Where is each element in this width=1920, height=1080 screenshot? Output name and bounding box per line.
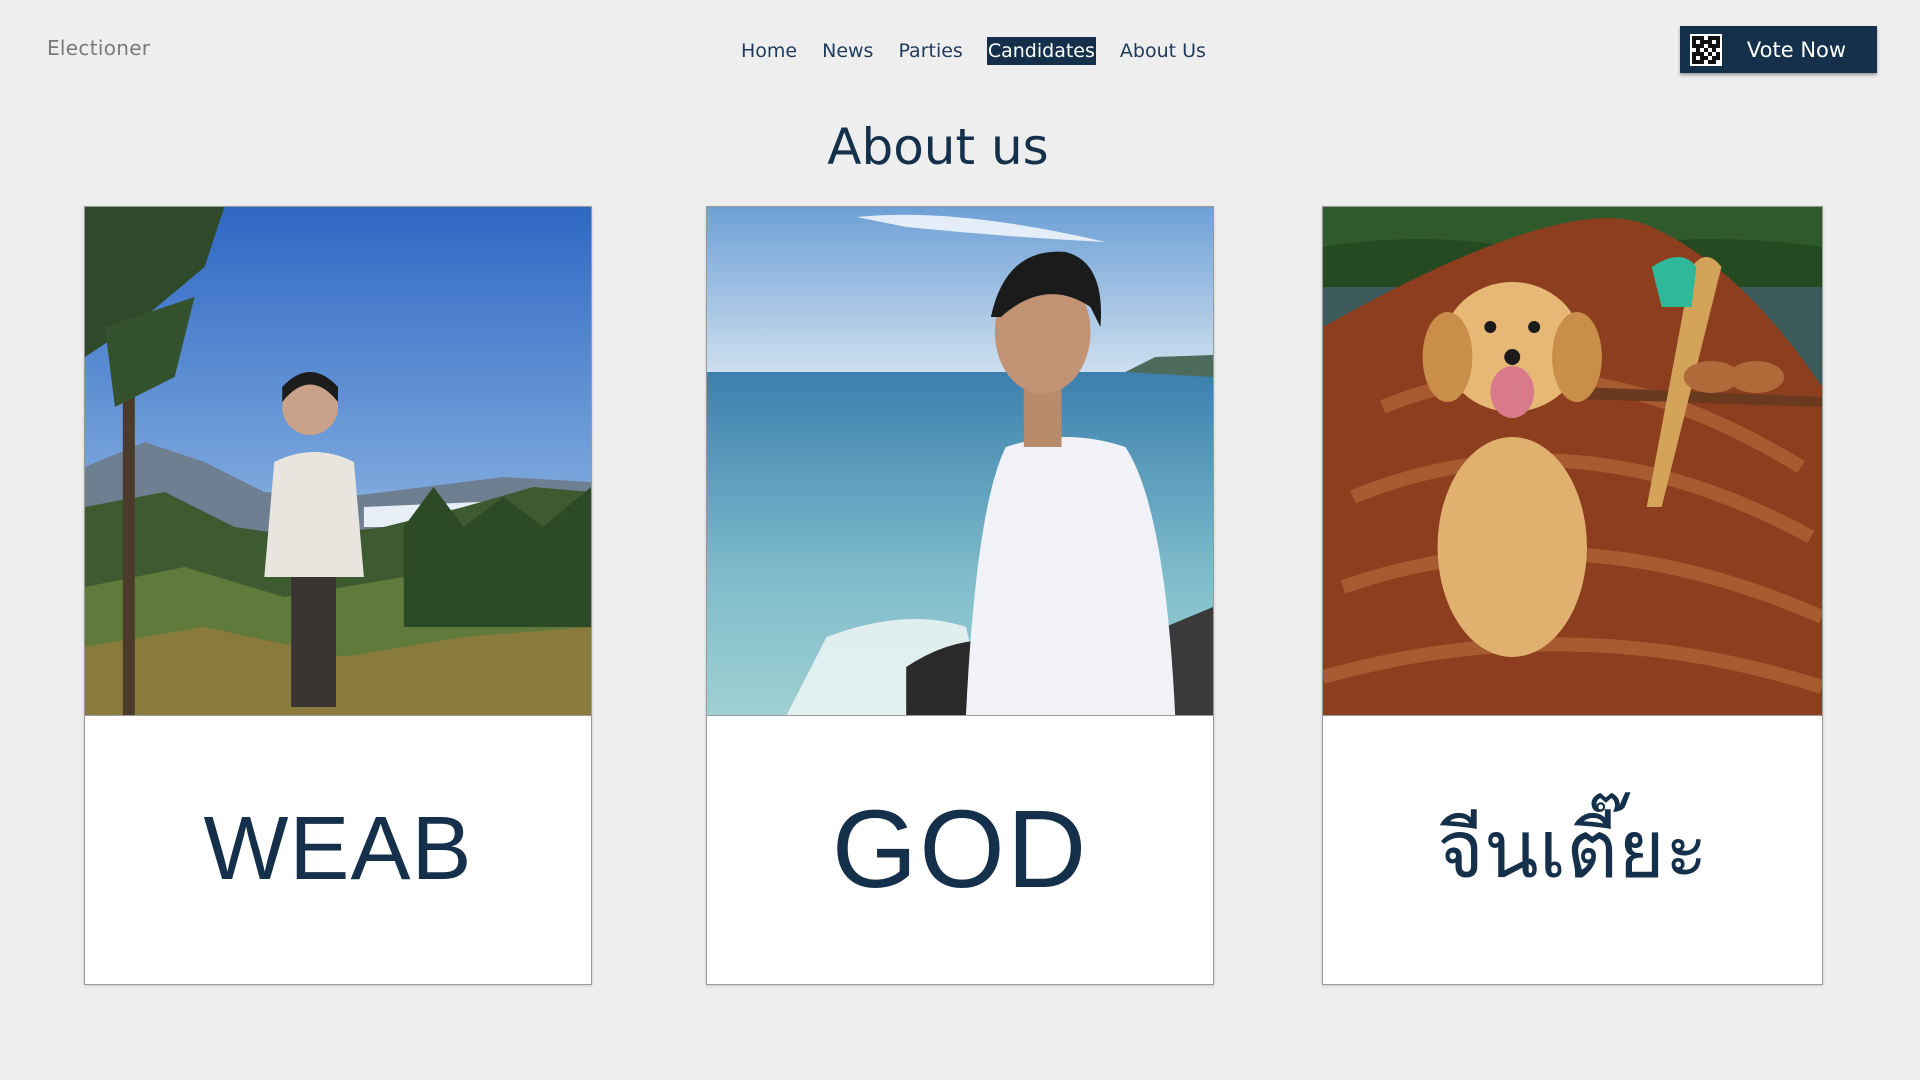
candidate-card-third[interactable]: จีนเตี๊ยะ: [1322, 206, 1823, 985]
nav-news[interactable]: News: [821, 37, 874, 65]
page-title: About us: [827, 118, 1049, 176]
candidate-name: WEAB: [203, 799, 473, 899]
vote-now-button[interactable]: Vote Now: [1680, 26, 1877, 73]
candidate-name: จีนเตี๊ยะ: [1437, 803, 1708, 896]
brand-logo[interactable]: Electioner: [47, 36, 150, 60]
candidate-name: GOD: [831, 788, 1089, 911]
nav-parties[interactable]: Parties: [897, 37, 963, 65]
nav-home[interactable]: Home: [740, 37, 798, 65]
candidate-card-weab[interactable]: WEAB: [84, 206, 592, 985]
nav-candidates[interactable]: Candidates: [986, 37, 1096, 65]
puppy-in-boat-photo: [1323, 207, 1822, 716]
vote-now-label: Vote Now: [1746, 37, 1847, 62]
person-on-mountain-photo: [85, 207, 591, 716]
nav-about-us[interactable]: About Us: [1119, 37, 1207, 65]
main-nav: Home News Parties Candidates About Us: [740, 37, 1230, 65]
person-by-sea-photo: [707, 207, 1213, 716]
candidate-card-god[interactable]: GOD: [706, 206, 1214, 985]
qr-code-icon: [1690, 33, 1722, 66]
